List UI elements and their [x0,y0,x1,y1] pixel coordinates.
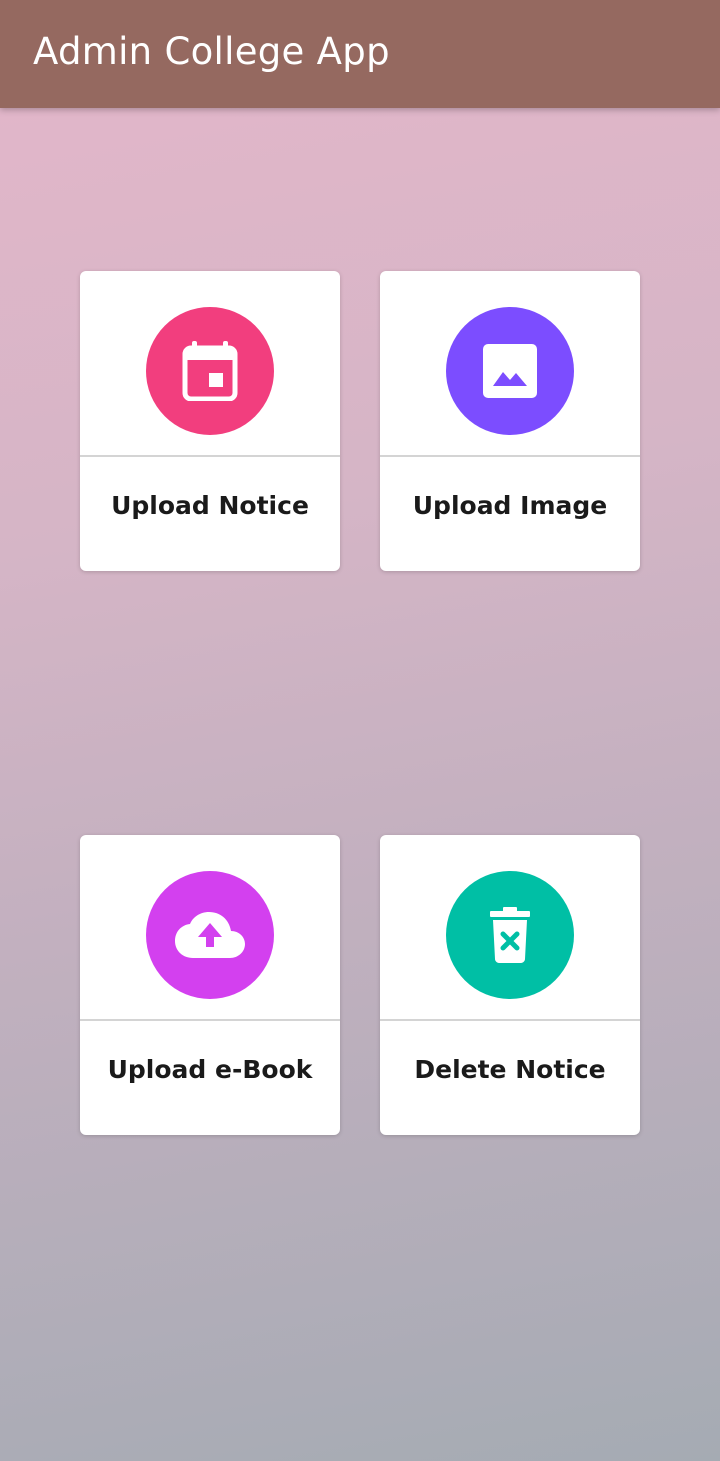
upload-image-card[interactable]: Upload Image [380,271,640,571]
cloud-upload-icon [175,912,245,958]
upload-image-label: Upload Image [412,491,608,520]
delete-icon [490,907,530,963]
calendar-icon [182,341,238,401]
app-title: Admin College App [33,30,390,73]
delete-notice-card[interactable]: Delete Notice [380,835,640,1135]
upload-ebook-icon-circle [146,871,274,999]
upload-ebook-card[interactable]: Upload e-Book [80,835,340,1135]
card-divider [80,455,340,457]
image-icon [483,344,537,398]
upload-notice-card[interactable]: Upload Notice [80,271,340,571]
card-divider [380,1019,640,1021]
upload-ebook-label: Upload e-Book [107,1055,313,1084]
app-bar: Admin College App [0,0,720,108]
delete-notice-icon-circle [446,871,574,999]
card-divider [380,455,640,457]
upload-image-icon-circle [446,307,574,435]
upload-notice-label: Upload Notice [111,491,309,520]
delete-notice-label: Delete Notice [414,1055,606,1084]
upload-notice-icon-circle [146,307,274,435]
card-divider [80,1019,340,1021]
